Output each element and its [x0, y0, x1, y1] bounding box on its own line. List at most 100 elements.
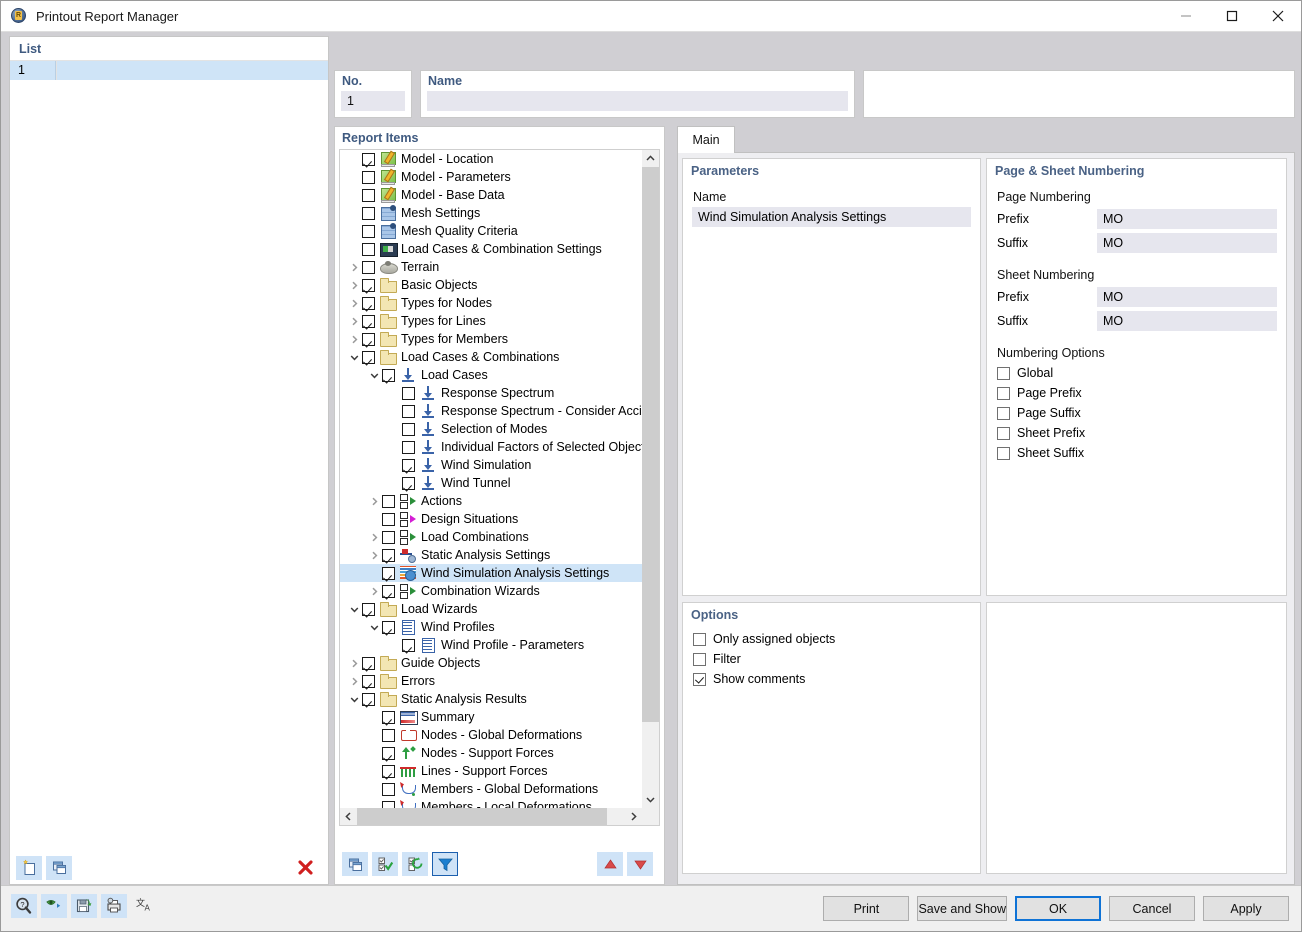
tree-item[interactable]: Lines - Support Forces [340, 762, 642, 780]
tree-item-checkbox[interactable] [362, 297, 375, 310]
tree-item[interactable]: Individual Factors of Selected Objects [340, 438, 642, 456]
tree-item[interactable]: Selection of Modes [340, 420, 642, 438]
tree-item[interactable]: Model - Base Data [340, 186, 642, 204]
tree-item[interactable]: Types for Lines [340, 312, 642, 330]
ok-button[interactable]: OK [1015, 896, 1101, 921]
tree-item-checkbox[interactable] [362, 351, 375, 364]
tree-item[interactable]: Wind Tunnel [340, 474, 642, 492]
tree-item-checkbox[interactable] [362, 675, 375, 688]
chevron-right-icon[interactable] [346, 276, 362, 294]
option-checkbox[interactable] [693, 673, 706, 686]
tree-item-checkbox[interactable] [382, 801, 395, 809]
tree-item-checkbox[interactable] [382, 747, 395, 760]
tree-item[interactable]: Errors [340, 672, 642, 690]
numbering-option-row[interactable]: Page Prefix [987, 383, 1286, 403]
tree-item[interactable]: Actions [340, 492, 642, 510]
chevron-right-icon[interactable] [346, 654, 362, 672]
help-button[interactable]: ? [11, 894, 37, 918]
tree-item-checkbox[interactable] [362, 207, 375, 220]
sheet-prefix-input[interactable]: MO [1097, 287, 1277, 307]
chevron-right-icon[interactable] [366, 492, 382, 510]
tree-item-checkbox[interactable] [402, 459, 415, 472]
tree-item[interactable]: Model - Parameters [340, 168, 642, 186]
tree-item[interactable]: Model - Location [340, 150, 642, 168]
tree-item[interactable]: Load Wizards [340, 600, 642, 618]
save-template-button[interactable] [71, 894, 97, 918]
numbering-option-checkbox[interactable] [997, 407, 1010, 420]
chevron-right-icon[interactable] [346, 672, 362, 690]
tree-item-checkbox[interactable] [402, 423, 415, 436]
numbering-option-checkbox[interactable] [997, 367, 1010, 380]
tree-item[interactable]: Mesh Quality Criteria [340, 222, 642, 240]
tree-scroll-thumb[interactable] [642, 167, 659, 722]
tree-item-checkbox[interactable] [362, 243, 375, 256]
chevron-right-icon[interactable] [346, 312, 362, 330]
move-down-button[interactable] [627, 852, 653, 876]
tree-item-checkbox[interactable] [362, 171, 375, 184]
option-row[interactable]: Only assigned objects [683, 629, 980, 649]
tree-item-checkbox[interactable] [382, 729, 395, 742]
option-checkbox[interactable] [693, 633, 706, 646]
tree-item-checkbox[interactable] [382, 531, 395, 544]
chevron-right-icon[interactable] [366, 528, 382, 546]
numbering-option-checkbox[interactable] [997, 447, 1010, 460]
tab-main[interactable]: Main [677, 126, 735, 153]
tree-item[interactable]: Summary [340, 708, 642, 726]
copy-report-button[interactable] [46, 856, 72, 880]
numbering-option-checkbox[interactable] [997, 387, 1010, 400]
tree-item-checkbox[interactable] [362, 261, 375, 274]
tree-item-checkbox[interactable] [382, 495, 395, 508]
invert-selection-button[interactable] [402, 852, 428, 876]
save-and-show-button[interactable]: Save and Show [917, 896, 1007, 921]
tree-item-checkbox[interactable] [362, 693, 375, 706]
tree-item[interactable]: Mesh Settings [340, 204, 642, 222]
tree-item-checkbox[interactable] [382, 765, 395, 778]
scroll-down-icon[interactable] [642, 791, 659, 808]
tree-item[interactable]: Response Spectrum - Consider Accidenta [340, 402, 642, 420]
tree-item[interactable]: Members - Global Deformations [340, 780, 642, 798]
tree-item-checkbox[interactable] [362, 333, 375, 346]
tree-item-checkbox[interactable] [362, 189, 375, 202]
option-row[interactable]: Show comments [683, 669, 980, 689]
tree-item-checkbox[interactable] [402, 387, 415, 400]
apply-button[interactable]: Apply [1203, 896, 1289, 921]
tree-item-checkbox[interactable] [382, 783, 395, 796]
chevron-right-icon[interactable] [346, 330, 362, 348]
scroll-right-icon[interactable] [625, 808, 642, 825]
tree-item[interactable]: Guide Objects [340, 654, 642, 672]
print-button[interactable]: Print [823, 896, 909, 921]
chevron-down-icon[interactable] [346, 690, 362, 708]
tree-hscroll-thumb[interactable] [357, 808, 607, 825]
check-all-button[interactable] [372, 852, 398, 876]
chevron-down-icon[interactable] [366, 618, 382, 636]
page-prefix-input[interactable]: MO [1097, 209, 1277, 229]
tree-item-checkbox[interactable] [382, 513, 395, 526]
tree-item[interactable]: Members - Local Deformations [340, 798, 642, 808]
tree-item[interactable]: Load Cases [340, 366, 642, 384]
tree-item[interactable]: Combination Wizards [340, 582, 642, 600]
copy-item-button[interactable] [342, 852, 368, 876]
tree-item-checkbox[interactable] [402, 477, 415, 490]
delete-report-button[interactable] [292, 856, 318, 880]
tree-item[interactable]: Static Analysis Results [340, 690, 642, 708]
no-input[interactable]: 1 [341, 91, 405, 111]
chevron-right-icon[interactable] [346, 294, 362, 312]
tree-item-checkbox[interactable] [382, 567, 395, 580]
tree-item[interactable]: Response Spectrum [340, 384, 642, 402]
cancel-button[interactable]: Cancel [1109, 896, 1195, 921]
maximize-button[interactable] [1209, 1, 1255, 31]
tree-item[interactable]: Static Analysis Settings [340, 546, 642, 564]
name-input[interactable] [427, 91, 848, 111]
tree-item[interactable]: Basic Objects [340, 276, 642, 294]
tree-item-checkbox[interactable] [362, 153, 375, 166]
tree-item-checkbox[interactable] [402, 639, 415, 652]
printer-settings-button[interactable] [101, 894, 127, 918]
move-up-button[interactable] [597, 852, 623, 876]
new-report-button[interactable] [16, 856, 42, 880]
numbering-option-row[interactable]: Sheet Prefix [987, 423, 1286, 443]
chevron-down-icon[interactable] [346, 600, 362, 618]
chevron-down-icon[interactable] [366, 366, 382, 384]
tree-item-checkbox[interactable] [362, 225, 375, 238]
tree-item-checkbox[interactable] [382, 549, 395, 562]
tree-horizontal-scrollbar[interactable] [340, 808, 642, 825]
